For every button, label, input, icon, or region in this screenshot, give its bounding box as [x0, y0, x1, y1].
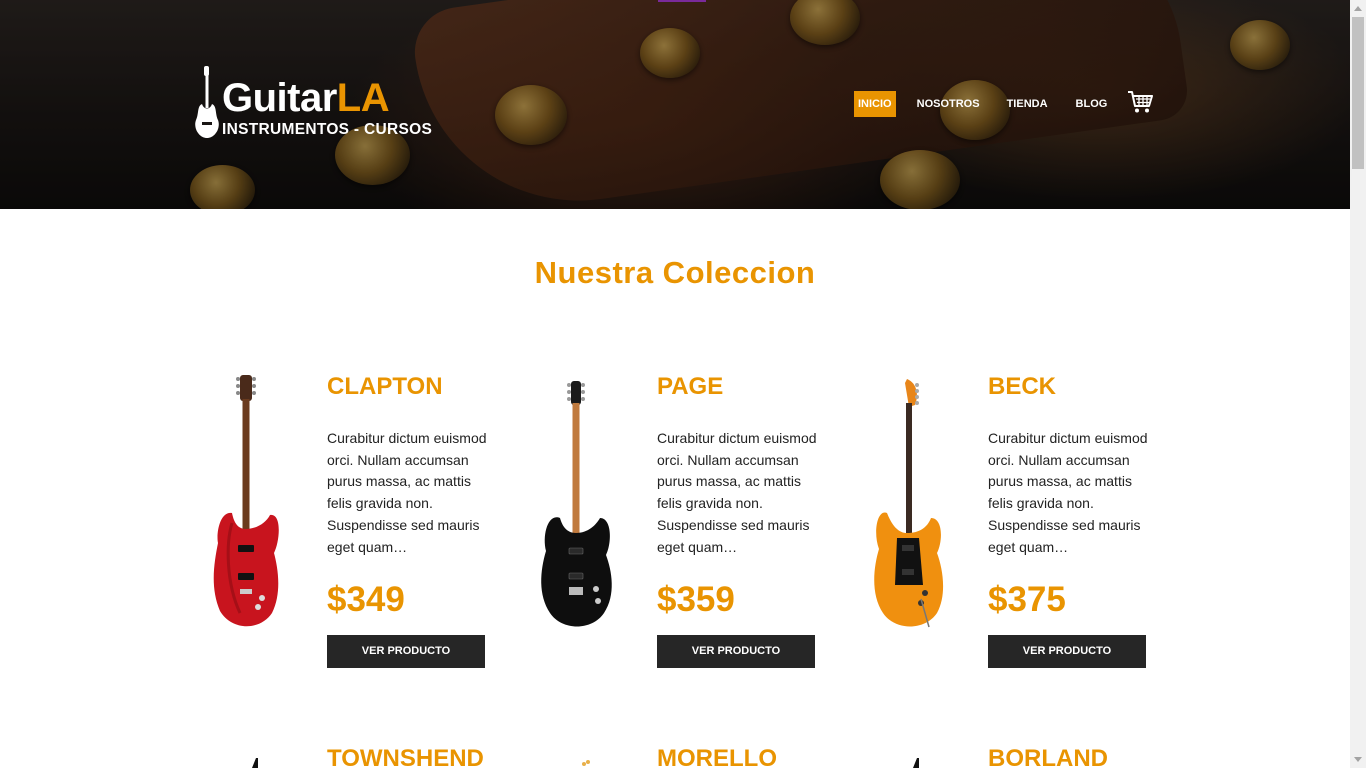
product-card: PAGE Curabitur dictum euismod orci. Null…	[526, 373, 856, 693]
vertical-scrollbar[interactable]	[1350, 0, 1366, 768]
product-price: $349	[327, 580, 405, 619]
product-name[interactable]: TOWNSHEND	[327, 745, 484, 768]
scroll-down-arrow-icon[interactable]	[1350, 751, 1366, 768]
scroll-up-arrow-icon[interactable]	[1350, 0, 1366, 17]
nav-item-tienda[interactable]: TIENDA	[1003, 91, 1052, 117]
logo-subtitle: INSTRUMENTOS - CURSOS	[222, 121, 433, 138]
main-navigation: INICIO NOSOTROS TIENDA BLOG	[854, 91, 1111, 117]
product-price: $375	[988, 580, 1066, 619]
product-description: Curabitur dictum euismod orci. Nullam ac…	[657, 430, 817, 555]
product-name[interactable]: PAGE	[657, 373, 723, 401]
shopping-cart-icon[interactable]	[1127, 90, 1153, 114]
top-accent-bar	[658, 0, 706, 2]
site-logo[interactable]: GuitarLA INSTRUMENTOS - CURSOS	[194, 64, 444, 140]
guitar-image-clapton[interactable]	[196, 373, 296, 633]
view-product-button[interactable]: VER PRODUCTO	[327, 635, 485, 668]
product-name[interactable]: BORLAND	[988, 745, 1108, 768]
product-card: CLAPTON Curabitur dictum euismod orci. N…	[196, 373, 526, 693]
product-price: $359	[657, 580, 735, 619]
guitar-image-page[interactable]	[526, 373, 626, 633]
guitar-image-borland[interactable]	[905, 758, 925, 768]
product-card: BECK Curabitur dictum euismod orci. Null…	[857, 373, 1187, 693]
product-name[interactable]: BECK	[988, 373, 1056, 401]
nav-item-inicio[interactable]: INICIO	[854, 91, 896, 117]
view-product-button[interactable]: VER PRODUCTO	[657, 635, 815, 668]
guitar-image-morello[interactable]	[576, 758, 596, 768]
guitar-logo-icon	[195, 66, 219, 138]
page-title: Nuestra Coleccion	[534, 255, 816, 290]
product-name[interactable]: MORELLO	[657, 745, 777, 768]
product-description: Curabitur dictum euismod orci. Nullam ac…	[988, 430, 1148, 555]
nav-item-nosotros[interactable]: NOSOTROS	[913, 91, 984, 117]
scrollbar-thumb[interactable]	[1352, 17, 1364, 169]
guitar-image-beck[interactable]	[857, 373, 957, 633]
guitar-image-townshend[interactable]	[244, 758, 264, 768]
product-description: Curabitur dictum euismod orci. Nullam ac…	[327, 430, 487, 555]
site-header: GuitarLA INSTRUMENTOS - CURSOS INICIO NO…	[0, 0, 1350, 209]
nav-item-blog[interactable]: BLOG	[1072, 91, 1112, 117]
view-product-button[interactable]: VER PRODUCTO	[988, 635, 1146, 668]
logo-title: GuitarLA	[222, 76, 390, 120]
product-name[interactable]: CLAPTON	[327, 373, 443, 401]
